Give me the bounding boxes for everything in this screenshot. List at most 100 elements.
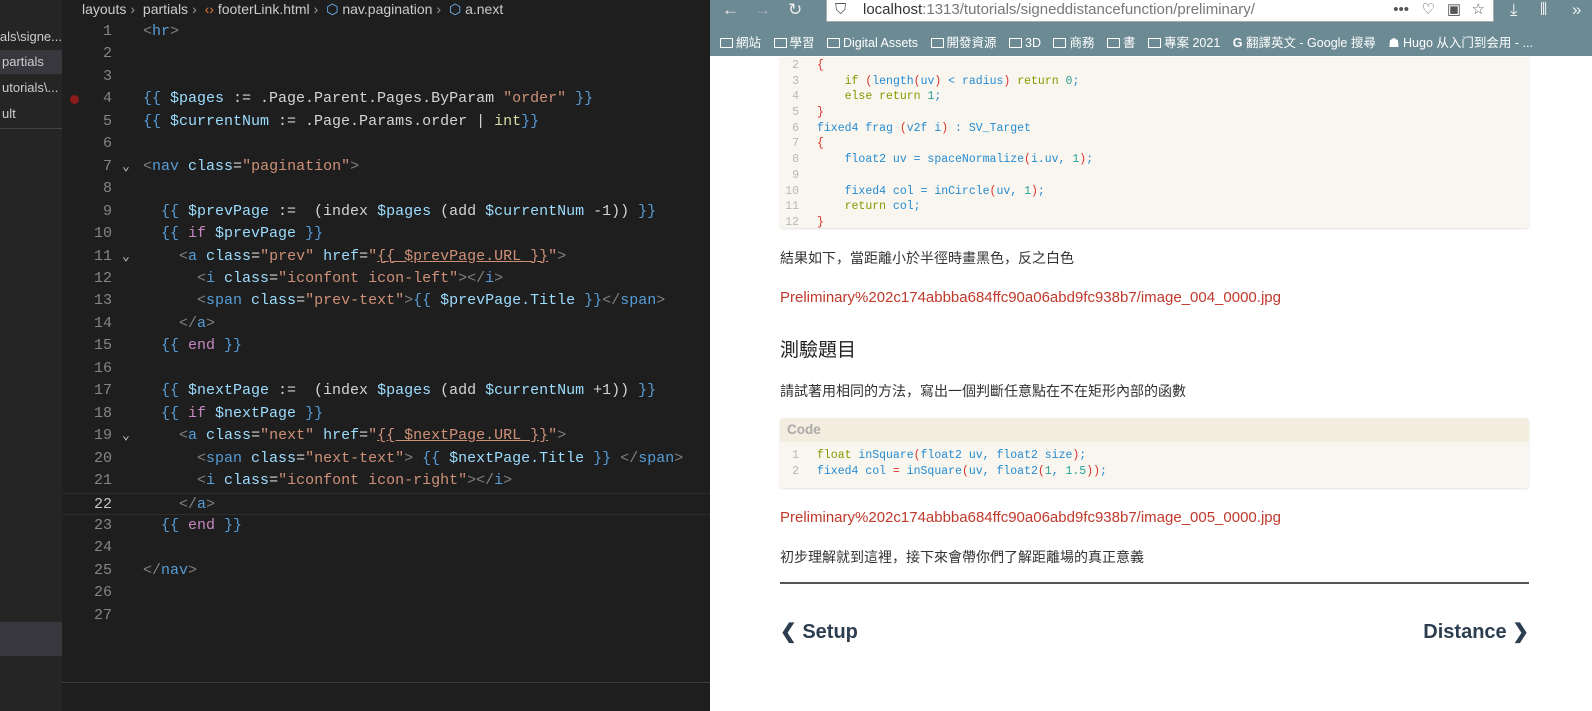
code-token: {{ (413, 292, 441, 310)
code-token: ( (1037, 464, 1045, 478)
breadcrumb-item[interactable]: a.next (465, 1, 503, 17)
forward-icon[interactable]: → (754, 0, 771, 20)
overflow-icon[interactable]: » (1572, 0, 1581, 20)
code-line[interactable]: 25 </nav> (62, 560, 710, 582)
breadcrumb-item[interactable]: partials (143, 1, 188, 17)
fold-chevron-icon[interactable]: ⌄ (122, 246, 130, 268)
panel-divider[interactable] (62, 682, 710, 683)
browser-toolbar: ← → ↻ ⛉ localhost:1313/tutorials/signedd… (710, 0, 1592, 30)
line-text: <span class="next-text"> {{ $nextPage.Ti… (143, 448, 683, 470)
code-line: 1 float inSquare(float2 uv, float2 size); (780, 448, 1529, 464)
code-line[interactable]: 27 (62, 605, 710, 627)
code-lines[interactable]: 1 <hr> 2 3 4{{ $pages := .Page.Parent.Pages.… (62, 21, 710, 627)
code-token: > (503, 472, 513, 490)
url-bar[interactable]: ⛉ localhost:1313/tutorials/signeddistanc… (826, 0, 1494, 22)
code-line[interactable]: 22 </a> (62, 492, 710, 515)
breadcrumb-item[interactable]: nav.pagination (342, 1, 432, 17)
code-line[interactable]: 16 (62, 358, 710, 380)
code-line[interactable]: 5 {{ $currentNum := .Page.Params.order | … (62, 111, 710, 133)
code-line[interactable]: 7 ⌄ <nav class="pagination"> (62, 156, 710, 178)
image-link[interactable]: Preliminary%202c174abbba684ffc90a06abd9f… (780, 289, 1281, 306)
code-token: < (197, 269, 207, 287)
bookmark-folder[interactable]: 專案 2021 (1147, 30, 1220, 56)
bookmark-folder[interactable]: 商務 (1053, 30, 1095, 56)
code-line[interactable]: 6 (62, 133, 710, 155)
explorer-item[interactable]: utorials\... (0, 76, 62, 100)
shield-icon[interactable]: ⛉ (835, 0, 846, 20)
code-line[interactable]: 20 <span class="next-text"> {{ $nextPage… (62, 448, 710, 470)
code-token: if (188, 225, 207, 243)
code-token: inSquare (858, 449, 914, 462)
breadcrumb: layouts › partials › ‹› footerLink.html › ⬡… (82, 1, 504, 17)
code-token: {{ (161, 382, 189, 400)
code-line[interactable]: 21 <i class="iconfont icon-right"></i> (62, 470, 710, 492)
code-line[interactable]: 1 <hr> (62, 21, 710, 43)
code-line[interactable]: 23 {{ end }} (62, 515, 710, 537)
code-line[interactable]: 17 {{ $nextPage := (index $pages (add $c… (62, 380, 710, 402)
fold-chevron-icon[interactable]: ⌄ (122, 156, 130, 178)
panel-item-selected[interactable] (0, 622, 62, 656)
line-text: } (817, 215, 824, 231)
image-link[interactable]: Preliminary%202c174abbba684ffc90a06abd9f… (780, 509, 1281, 526)
star-icon[interactable]: ☆ (1472, 0, 1485, 20)
bookmark-folder[interactable]: 書 (1106, 30, 1136, 56)
code-token: class (179, 157, 234, 175)
prev-page-link[interactable]: ❮ Setup (780, 619, 858, 644)
code-token: = (251, 247, 261, 265)
line-number: 6 (102, 135, 112, 153)
code-line[interactable]: 15 {{ end }} (62, 335, 710, 357)
back-icon[interactable]: ← (722, 0, 739, 20)
pocket-icon[interactable]: ♡ (1422, 0, 1435, 20)
line-number: 1 (102, 23, 112, 40)
bookmark-folder[interactable]: 網站 (720, 30, 761, 56)
more-icon[interactable]: ••• (1393, 0, 1409, 20)
code-line[interactable]: 12 <i class="iconfont icon-left"></i> (62, 268, 710, 290)
code-line[interactable]: 2 (62, 43, 710, 65)
explorer-item-selected[interactable]: partials (0, 50, 62, 74)
breadcrumb-item[interactable]: footerLink.html (218, 1, 310, 17)
code-line[interactable]: 10 {{ if $prevPage }} (62, 223, 710, 245)
bookmark-folder[interactable]: 3D (1009, 30, 1041, 56)
bookmark-folder[interactable]: Digital Assets (827, 30, 918, 56)
code-token: 1 (1044, 464, 1052, 478)
bookmark-link[interactable]: ☗ Hugo 从入门到会用 - ... (1388, 30, 1533, 56)
bookmark-folder[interactable]: 學習 (773, 30, 815, 56)
reload-icon[interactable]: ↻ (788, 0, 802, 20)
line-number: 8 (792, 153, 799, 167)
line-number: 19 (93, 427, 112, 445)
code-token: }} (584, 449, 612, 467)
next-page-link[interactable]: Distance ❯ (1423, 619, 1529, 644)
bookmark-folder[interactable]: 開發資源 (930, 30, 997, 56)
line-number: 5 (102, 112, 112, 130)
divider (780, 582, 1529, 584)
bookmark-link[interactable]: G 翻譯英文 - Google 搜尋 (1233, 30, 1376, 56)
code-line[interactable]: 13 <span class="prev-text">{{ $prevPage.… (62, 290, 710, 312)
code-line[interactable]: 4 {{ $pages := .Page.Parent.Pages.ByParam… (62, 88, 710, 110)
code-token: $nextPage (188, 382, 270, 400)
code-line[interactable]: 8 (62, 178, 710, 200)
code-token: $nextPage (206, 404, 297, 422)
code-token: = (359, 427, 369, 445)
code-line[interactable]: 18 {{ if $nextPage }} (62, 403, 710, 425)
explorer-item[interactable]: ult (0, 102, 62, 126)
code-line[interactable]: 14 </a> (62, 313, 710, 335)
code-line[interactable]: 11 ⌄ <a class="prev" href="{{ $prevPage.U… (62, 246, 710, 268)
code-token: > (557, 247, 567, 265)
code-token: < (143, 23, 153, 40)
library-icon[interactable]: ⫴ (1540, 0, 1547, 20)
code-line[interactable]: 24 (62, 537, 710, 559)
explorer-item[interactable]: als\signe... (0, 25, 62, 49)
code-line[interactable]: 9 {{ $prevPage := (index $pages (add $cu… (62, 201, 710, 223)
code-line[interactable]: 3 (62, 66, 710, 88)
line-text: <i class="iconfont icon-right"></i> (143, 470, 512, 492)
code-line[interactable]: 26 (62, 582, 710, 604)
line-number: 12 (93, 269, 112, 287)
translate-icon[interactable]: ▣ (1447, 0, 1461, 20)
fold-chevron-icon[interactable]: ⌄ (122, 425, 130, 447)
download-icon[interactable]: ⤓ (1510, 0, 1518, 20)
code-token: col; (892, 200, 921, 214)
breadcrumb-item[interactable]: layouts (82, 1, 126, 17)
code-line[interactable]: 19 ⌄ <a class="next" href="{{ $nextPage.U… (62, 425, 710, 447)
